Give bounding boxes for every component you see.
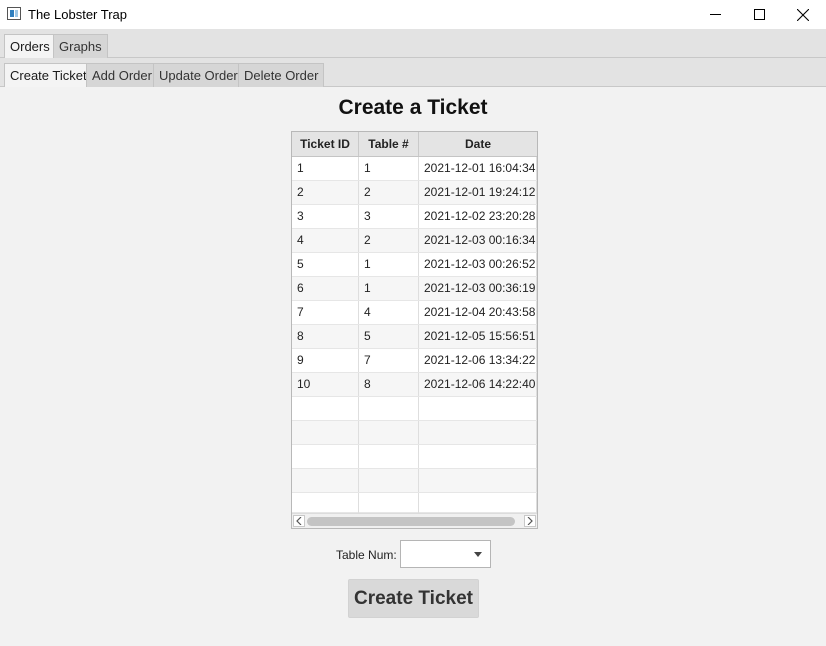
cell-date: 2021-12-02 23:20:28 xyxy=(419,205,537,228)
empty-table-row xyxy=(292,445,537,469)
scroll-thumb[interactable] xyxy=(307,517,515,526)
tab-graphs[interactable]: Graphs xyxy=(53,34,108,58)
empty-cell xyxy=(419,421,537,444)
empty-cell xyxy=(292,469,359,492)
close-icon xyxy=(797,8,809,21)
app-window-icon xyxy=(7,7,21,20)
cell-table-num: 1 xyxy=(359,157,419,180)
create-ticket-button[interactable]: Create Ticket xyxy=(348,579,479,618)
table-row[interactable]: 7 4 2021-12-04 20:43:58 xyxy=(292,301,537,325)
window-title: The Lobster Trap xyxy=(28,7,127,22)
tab-add-order[interactable]: Add Order xyxy=(86,63,158,87)
cell-ticket-id: 1 xyxy=(292,157,359,180)
cell-ticket-id: 6 xyxy=(292,277,359,300)
dropdown-arrow-icon xyxy=(474,552,482,557)
cell-date: 2021-12-01 16:04:34 xyxy=(419,157,537,180)
table-num-select[interactable] xyxy=(400,540,491,568)
column-header-table-num[interactable]: Table # xyxy=(359,132,419,156)
empty-table-row xyxy=(292,469,537,493)
maximize-button[interactable] xyxy=(736,0,782,29)
cell-ticket-id: 8 xyxy=(292,325,359,348)
horizontal-scrollbar[interactable] xyxy=(292,513,537,528)
empty-cell xyxy=(359,421,419,444)
page-title: Create a Ticket xyxy=(338,96,488,119)
cell-table-num: 3 xyxy=(359,205,419,228)
table-row[interactable]: 8 5 2021-12-05 15:56:51 xyxy=(292,325,537,349)
cell-ticket-id: 5 xyxy=(292,253,359,276)
chevron-right-icon xyxy=(527,517,533,525)
minimize-button[interactable] xyxy=(692,0,738,29)
cell-table-num: 5 xyxy=(359,325,419,348)
empty-cell xyxy=(359,397,419,420)
table-row[interactable]: 2 2 2021-12-01 19:24:12 xyxy=(292,181,537,205)
column-header-ticket-id[interactable]: Ticket ID xyxy=(292,132,359,156)
empty-cell xyxy=(359,445,419,468)
cell-table-num: 8 xyxy=(359,373,419,396)
cell-table-num: 7 xyxy=(359,349,419,372)
maximize-icon xyxy=(753,9,765,20)
cell-table-num: 1 xyxy=(359,277,419,300)
cell-ticket-id: 2 xyxy=(292,181,359,204)
table-row[interactable]: 1 1 2021-12-01 16:04:34 xyxy=(292,157,537,181)
cell-ticket-id: 3 xyxy=(292,205,359,228)
table-row[interactable]: 5 1 2021-12-03 00:26:52 xyxy=(292,253,537,277)
cell-date: 2021-12-03 00:36:19 xyxy=(419,277,537,300)
minimize-icon xyxy=(709,14,721,15)
cell-date: 2021-12-01 19:24:12 xyxy=(419,181,537,204)
empty-table-row xyxy=(292,397,537,421)
empty-cell xyxy=(292,397,359,420)
scroll-right-button[interactable] xyxy=(524,515,536,527)
cell-date: 2021-12-06 13:34:22 xyxy=(419,349,537,372)
table-row[interactable]: 3 3 2021-12-02 23:20:28 xyxy=(292,205,537,229)
tab-create-ticket[interactable]: Create Ticket xyxy=(4,63,93,87)
empty-table-row xyxy=(292,493,537,516)
empty-cell xyxy=(292,421,359,444)
empty-cell xyxy=(419,469,537,492)
cell-date: 2021-12-03 00:26:52 xyxy=(419,253,537,276)
cell-table-num: 4 xyxy=(359,301,419,324)
cell-date: 2021-12-06 14:22:40 xyxy=(419,373,537,396)
table-num-label: Table Num: xyxy=(336,548,397,562)
primary-tab-bar: Orders Graphs xyxy=(0,29,826,58)
cell-table-num: 2 xyxy=(359,229,419,252)
tab-delete-order[interactable]: Delete Order xyxy=(238,63,325,87)
table-row[interactable]: 6 1 2021-12-03 00:36:19 xyxy=(292,277,537,301)
table-row[interactable]: 10 8 2021-12-06 14:22:40 xyxy=(292,373,537,397)
cell-date: 2021-12-05 15:56:51 xyxy=(419,325,537,348)
tickets-table[interactable]: Ticket ID Table # Date 1 1 2021-12-01 16… xyxy=(291,131,538,529)
title-bar: The Lobster Trap xyxy=(0,0,826,29)
empty-cell xyxy=(292,445,359,468)
column-header-date[interactable]: Date xyxy=(419,132,537,156)
cell-date: 2021-12-03 00:16:34 xyxy=(419,229,537,252)
cell-date: 2021-12-04 20:43:58 xyxy=(419,301,537,324)
cell-ticket-id: 4 xyxy=(292,229,359,252)
table-row[interactable]: 4 2 2021-12-03 00:16:34 xyxy=(292,229,537,253)
table-row[interactable]: 9 7 2021-12-06 13:34:22 xyxy=(292,349,537,373)
cell-table-num: 2 xyxy=(359,181,419,204)
empty-table-row xyxy=(292,421,537,445)
cell-table-num: 1 xyxy=(359,253,419,276)
empty-cell xyxy=(419,445,537,468)
cell-ticket-id: 7 xyxy=(292,301,359,324)
cell-ticket-id: 10 xyxy=(292,373,359,396)
table-header: Ticket ID Table # Date xyxy=(292,132,537,157)
empty-cell xyxy=(359,469,419,492)
secondary-tab-bar: Create Ticket Add Order Update Order Del… xyxy=(0,58,826,87)
cell-ticket-id: 9 xyxy=(292,349,359,372)
tab-update-order[interactable]: Update Order xyxy=(153,63,244,87)
scroll-left-button[interactable] xyxy=(293,515,305,527)
tab-orders[interactable]: Orders xyxy=(4,34,56,58)
close-button[interactable] xyxy=(780,0,826,29)
empty-cell xyxy=(419,397,537,420)
chevron-left-icon xyxy=(296,517,302,525)
